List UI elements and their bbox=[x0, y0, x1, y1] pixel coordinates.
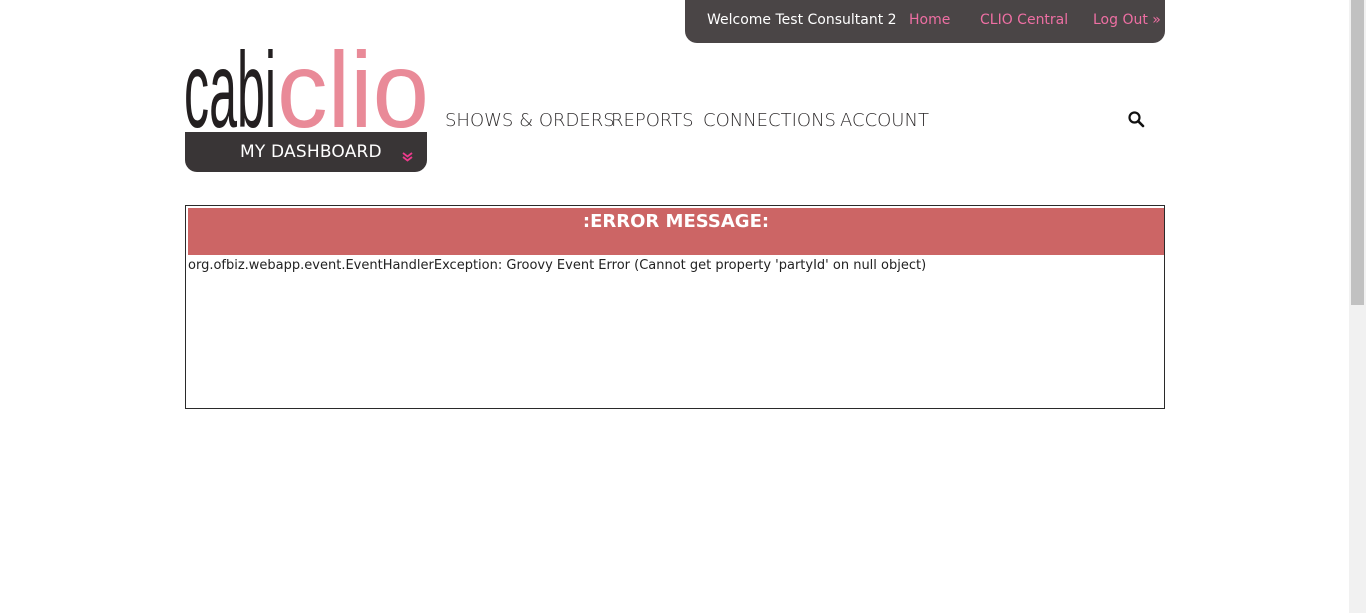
nav-reports[interactable]: REPORTS bbox=[611, 110, 694, 131]
scrollbar-thumb[interactable] bbox=[1351, 0, 1364, 305]
clio-central-link[interactable]: CLIO Central bbox=[980, 12, 1068, 28]
logout-link[interactable]: Log Out » bbox=[1093, 12, 1161, 28]
welcome-text: Welcome Test Consultant 2 bbox=[707, 12, 897, 28]
nav-account[interactable]: ACCOUNT bbox=[840, 110, 929, 131]
user-bar: Welcome Test Consultant 2 Home CLIO Cent… bbox=[685, 0, 1165, 43]
vertical-scrollbar[interactable] bbox=[1349, 0, 1366, 613]
cabiclio-logo[interactable]: cabi clio bbox=[184, 30, 434, 132]
logo-text-cabi: cabi bbox=[184, 30, 276, 132]
search-icon[interactable] bbox=[1128, 111, 1145, 132]
my-dashboard-label: MY DASHBOARD bbox=[240, 142, 382, 162]
error-title: :ERROR MESSAGE: bbox=[188, 208, 1164, 255]
double-chevron-down-icon bbox=[402, 147, 413, 166]
page: Welcome Test Consultant 2 Home CLIO Cent… bbox=[0, 0, 1366, 613]
my-dashboard-button[interactable]: MY DASHBOARD bbox=[185, 132, 427, 172]
error-panel: :ERROR MESSAGE: org.ofbiz.webapp.event.E… bbox=[185, 205, 1165, 409]
error-message: org.ofbiz.webapp.event.EventHandlerExcep… bbox=[188, 258, 927, 273]
nav-shows-orders[interactable]: SHOWS & ORDERS bbox=[445, 110, 615, 131]
logo-text-clio: clio bbox=[277, 30, 429, 132]
nav-connections[interactable]: CONNECTIONS bbox=[703, 110, 836, 131]
home-link[interactable]: Home bbox=[909, 12, 950, 28]
